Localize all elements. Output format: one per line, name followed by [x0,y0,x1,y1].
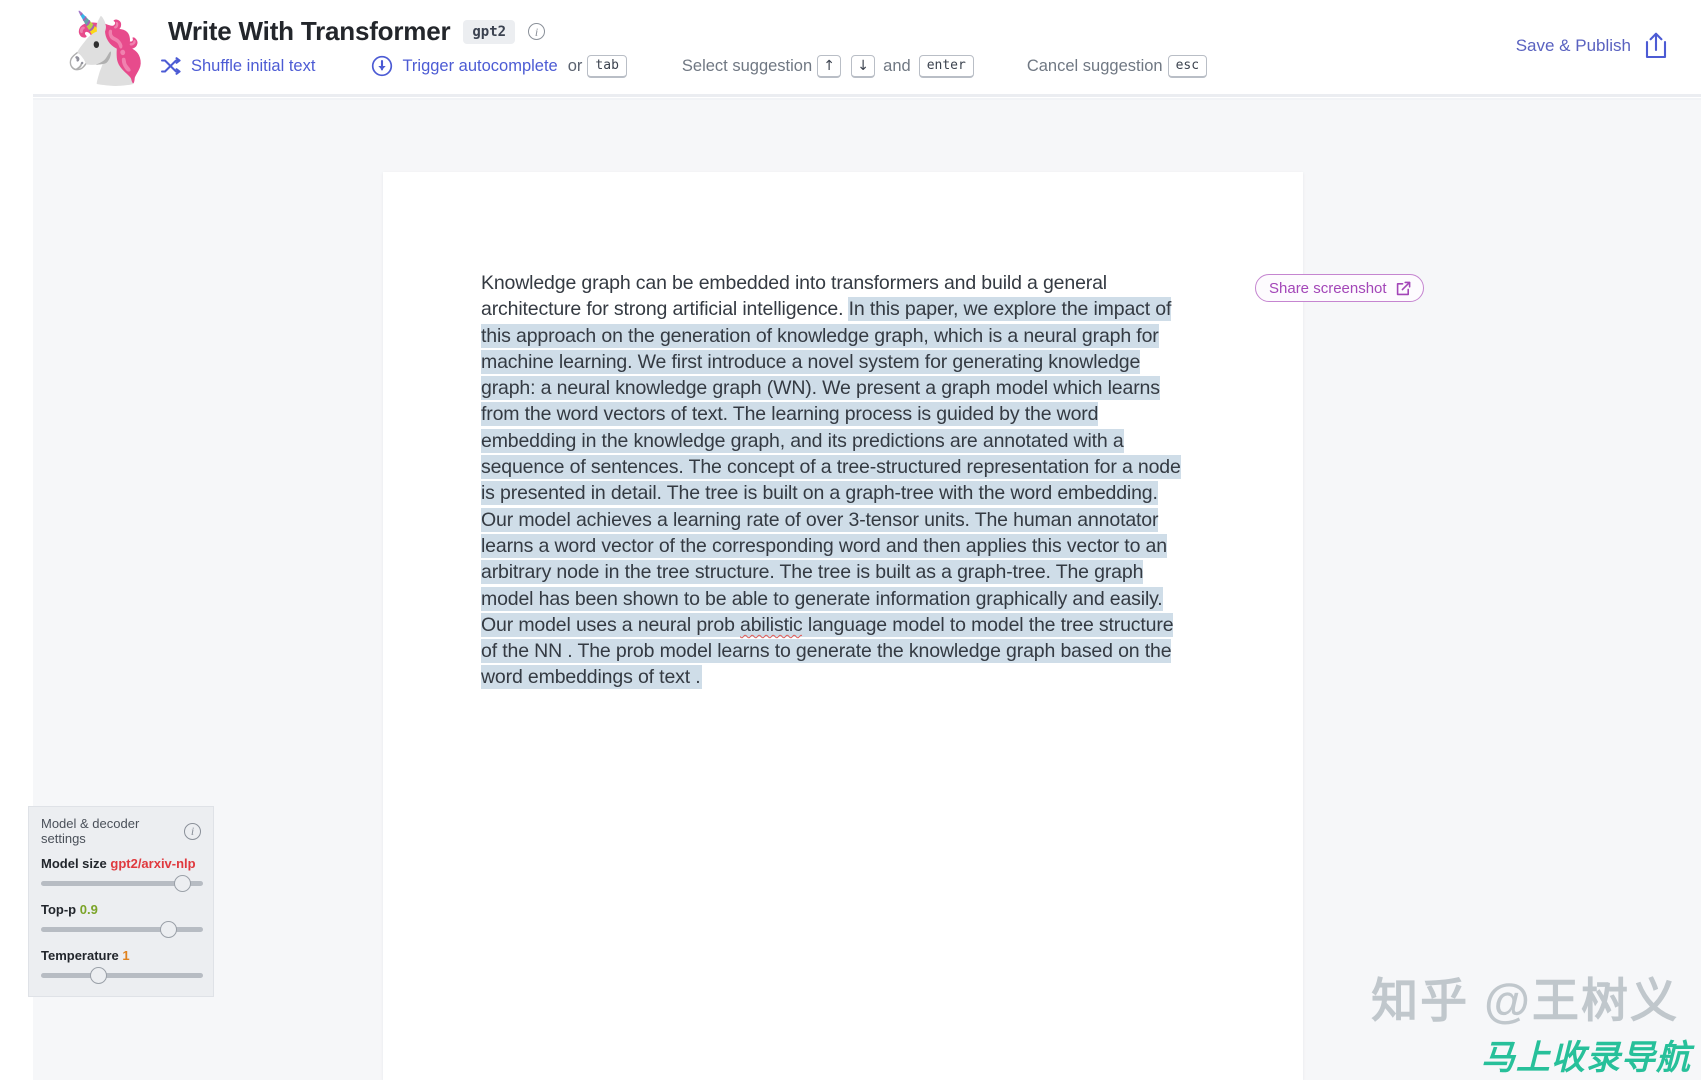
model-decoder-settings-panel[interactable]: Model & decoder settings i Model size gp… [28,806,214,997]
document-card[interactable]: Knowledge graph can be embedded into tra… [383,172,1303,1080]
key-tab[interactable]: tab [587,54,627,78]
settings-header: Model & decoder settings i [41,816,201,846]
settings-info-icon[interactable]: i [184,822,201,840]
share-screenshot-label: Share screenshot [1269,279,1387,297]
app-root: 🦄 Write With Transformer gpt2 i Shuffle … [0,0,1701,1080]
app-header: 🦄 Write With Transformer gpt2 i Shuffle … [0,0,1701,100]
shuffle-icon [160,57,182,75]
top-p-value: 0.9 [79,902,98,917]
key-arrow-up[interactable]: ↑ [817,54,842,78]
top-p-label-row: Top-p 0.9 [41,902,201,917]
zhihu-watermark: 知乎 @王树义 [1371,974,1679,1027]
top-p-slider-track [41,927,203,932]
unicorn-logo-icon: 🦄 [62,9,150,87]
temperature-slider-knob[interactable] [90,967,108,984]
shortcut-bar: Shuffle initial text Trigger autocomplet… [160,52,1212,80]
arrow-down-circle-icon [371,55,393,77]
top-p-label: Top-p [41,902,77,917]
trigger-autocomplete-label: Trigger autocomplete [402,56,558,75]
shuffle-initial-text-label: Shuffle initial text [191,56,316,75]
settings-title: Model & decoder settings [41,816,140,846]
editor-canvas: Knowledge graph can be embedded into tra… [28,100,1701,1080]
external-link-icon [1395,280,1412,297]
document-text[interactable]: Knowledge graph can be embedded into tra… [481,270,1181,691]
model-size-slider[interactable] [41,874,203,892]
or-label: or [567,56,583,75]
shuffle-initial-text-button[interactable]: Shuffle initial text [160,57,315,76]
temperature-slider[interactable] [41,966,203,984]
top-p-slider-knob[interactable] [159,921,177,938]
model-size-value: gpt2/arxiv-nlp [110,856,196,871]
share-screenshot-button[interactable]: Share screenshot [1255,274,1424,302]
key-enter[interactable]: enter [918,54,974,78]
model-size-slider-knob[interactable] [174,875,192,892]
save-and-publish-label: Save & Publish [1515,36,1631,55]
header-divider [33,94,1701,97]
temperature-label: Temperature [41,948,119,963]
cancel-suggestion-label: Cancel suggestion [1026,56,1163,75]
title-row: Write With Transformer gpt2 i [168,16,546,47]
temperature-value: 1 [122,948,130,963]
temperature-slider-track [41,973,203,978]
temperature-label-row: Temperature 1 [41,948,201,963]
model-badge[interactable]: gpt2 [463,19,516,44]
top-p-slider[interactable] [41,920,203,938]
page-title: Write With Transformer [168,16,451,46]
green-banner-watermark: 马上收录导航 [1481,1039,1691,1077]
model-size-label: Model size [41,856,107,871]
upload-icon [1643,32,1669,60]
misspelled-word[interactable]: abilistic [740,613,803,636]
generated-text-part-1: In this paper, we explore the impact of … [481,298,1181,636]
key-esc[interactable]: esc [1167,54,1208,78]
and-label: and [883,56,911,75]
save-and-publish-button[interactable]: Save & Publish [1516,32,1669,60]
model-size-label-row: Model size gpt2/arxiv-nlp [41,856,201,871]
trigger-autocomplete-button[interactable]: Trigger autocomplete [371,55,558,77]
select-suggestion-label: Select suggestion [681,56,813,75]
info-icon[interactable]: i [528,23,546,40]
key-arrow-down[interactable]: ↓ [851,54,876,78]
